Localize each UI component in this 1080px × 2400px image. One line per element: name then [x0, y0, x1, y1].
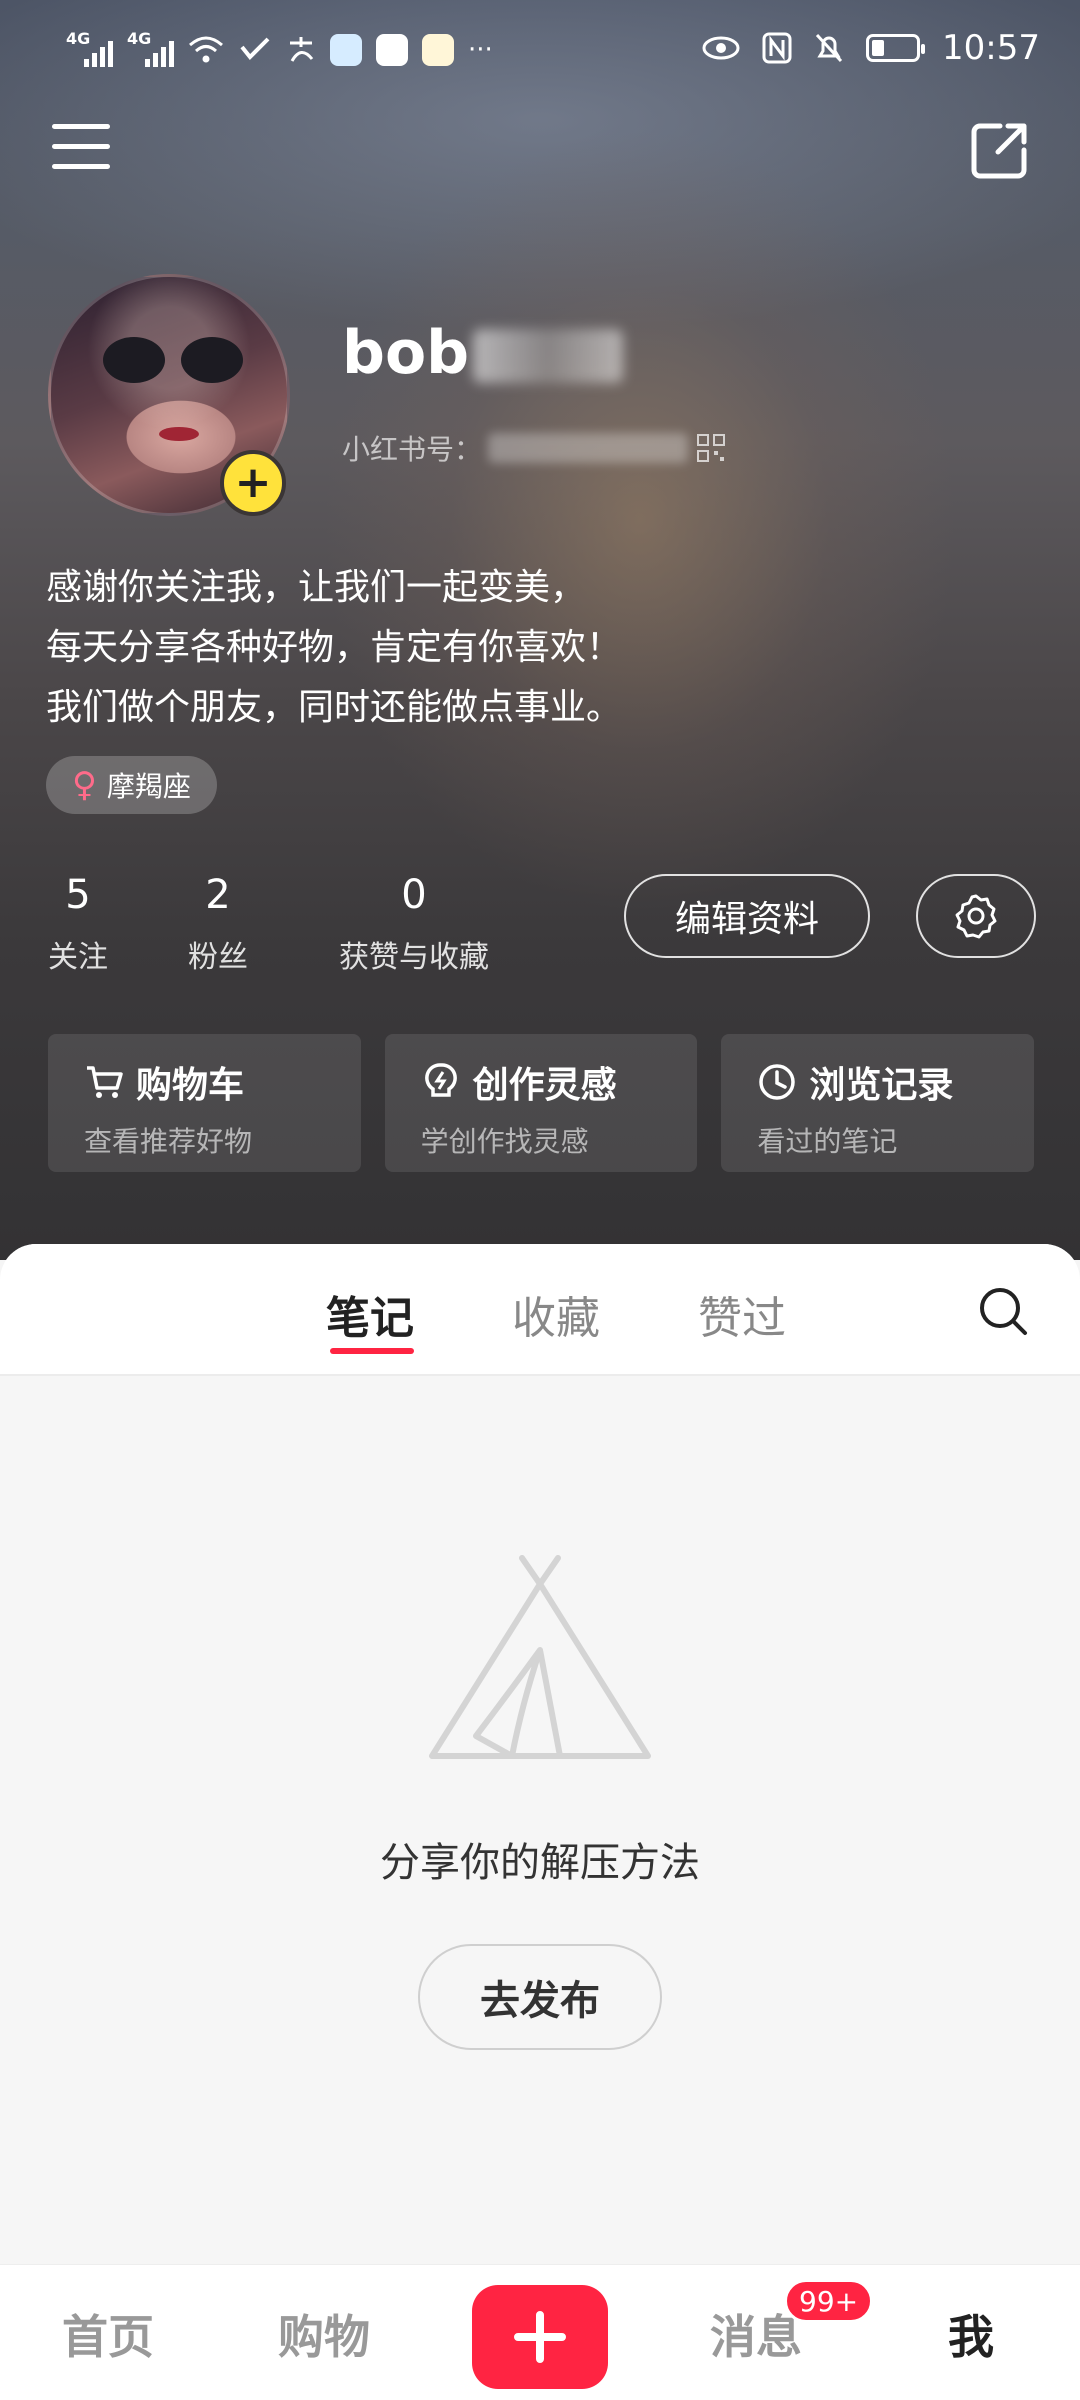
mute-bell-icon: [814, 28, 844, 68]
shop-app-icon: [376, 34, 408, 66]
card-inspiration-subtitle: 学创作找灵感: [420, 1125, 589, 1158]
status-right: 10:57: [702, 28, 1040, 68]
female-icon: ♀: [72, 765, 97, 805]
stat-likes[interactable]: 0 获赞与收藏: [334, 872, 494, 976]
profile-header: 4G 4G ··· 10:57 + bob 小红书号： 感谢你关注我，让我们一起…: [0, 0, 1080, 1260]
card-cart-title: 购物车: [136, 1065, 245, 1106]
username-text: bob: [342, 318, 470, 388]
clock: 10:57: [942, 28, 1040, 68]
clock-icon: [759, 1064, 796, 1100]
tab-liked[interactable]: 赞过: [698, 1282, 786, 1346]
message-badge: 99+: [784, 2279, 874, 2323]
stat-fans-label: 粉丝: [188, 940, 248, 975]
stat-following-label: 关注: [48, 940, 108, 975]
card-history-subtitle: 看过的笔记: [757, 1125, 898, 1158]
signal-icon: 4G: [66, 29, 113, 67]
quick-cards: 购物车 查看推荐好物 创作灵感 学创作找灵感 浏览记录 看过的笔记: [48, 1034, 1035, 1172]
status-bar: 4G 4G ··· 10:57: [0, 0, 1080, 100]
tent-icon: [429, 1555, 651, 1759]
edit-profile-button[interactable]: 编辑资料: [624, 874, 870, 958]
card-history-title: 浏览记录: [809, 1065, 954, 1106]
more-notifications-icon: ···: [468, 35, 493, 65]
nav-me[interactable]: 我: [948, 2301, 994, 2367]
stat-likes-count: 0: [401, 872, 427, 918]
card-inspiration[interactable]: 创作灵感 学创作找灵感: [384, 1034, 698, 1172]
plus-icon: [514, 2311, 566, 2363]
content-sheet: 笔记 收藏 赞过 分享你的解压方法 去发布: [0, 1244, 1080, 2264]
menu-button[interactable]: [52, 124, 110, 172]
eye-icon: [702, 28, 740, 68]
stat-fans-count: 2: [205, 872, 231, 918]
content-tabs: 笔记 收藏 赞过: [0, 1244, 1080, 1376]
battery-icon: [866, 34, 926, 62]
nfc-icon: [762, 28, 792, 68]
stat-fans[interactable]: 2 粉丝: [186, 872, 250, 976]
network-type-label: 4G: [66, 29, 91, 48]
bio-line: 感谢你关注我，让我们一起变美，: [46, 567, 587, 608]
card-history[interactable]: 浏览记录 看过的笔记: [721, 1034, 1035, 1172]
profile-stats: 5 关注 2 粉丝 0 获赞与收藏: [0, 872, 540, 982]
empty-state-text: 分享你的解压方法: [380, 1840, 700, 1886]
qrcode-icon: [697, 434, 726, 462]
signal-icon-2: 4G: [127, 29, 174, 67]
qq-app-icon: [330, 34, 362, 66]
bio-line: 我们做个朋友，同时还能做点事业。: [46, 687, 623, 728]
username: bob: [342, 318, 624, 388]
alipay-icon: [286, 30, 316, 70]
stat-likes-label: 获赞与收藏: [339, 940, 489, 975]
nav-shop[interactable]: 购物: [278, 2301, 370, 2367]
heart-check-icon: [238, 30, 272, 70]
stat-following-count: 5: [65, 872, 91, 918]
status-left: 4G 4G ···: [66, 29, 493, 70]
bulb-icon: [424, 1063, 457, 1097]
menu-icon: [52, 124, 110, 129]
zodiac-tag: ♀ 摩羯座: [46, 756, 217, 814]
create-post-button[interactable]: [472, 2285, 608, 2389]
share-button[interactable]: [970, 120, 1030, 180]
redbook-id-label: 小红书号：: [342, 433, 483, 466]
zodiac-tag-label: 摩羯座: [106, 770, 191, 803]
gear-icon: [955, 894, 997, 939]
redbook-id-redacted: [488, 433, 689, 463]
share-icon: [971, 123, 1027, 179]
cart-icon: [87, 1066, 123, 1098]
active-tab-indicator: [330, 1348, 414, 1354]
publish-button[interactable]: 去发布: [418, 1944, 662, 2050]
username-redacted: [473, 329, 624, 384]
redbook-id[interactable]: 小红书号：: [342, 428, 726, 468]
card-cart[interactable]: 购物车 查看推荐好物: [48, 1034, 361, 1172]
weather-app-icon: [422, 34, 454, 66]
tab-notes[interactable]: 笔记: [326, 1282, 414, 1346]
wifi-icon: [188, 30, 224, 70]
tab-collections[interactable]: 收藏: [512, 1282, 600, 1346]
search-icon: [980, 1288, 1027, 1335]
card-inspiration-title: 创作灵感: [472, 1065, 617, 1106]
settings-button[interactable]: [916, 874, 1036, 958]
bio: 感谢你关注我，让我们一起变美， 每天分享各种好物，肯定有你喜欢！ 我们做个朋友，…: [46, 558, 622, 738]
avatar-add-button[interactable]: +: [220, 450, 286, 516]
card-cart-subtitle: 查看推荐好物: [84, 1125, 253, 1158]
network-type-label-2: 4G: [127, 29, 152, 48]
stat-following[interactable]: 5 关注: [46, 872, 110, 976]
nav-home[interactable]: 首页: [62, 2301, 154, 2367]
bottom-nav: 首页 购物 消息 99+ 我: [0, 2264, 1080, 2400]
bio-line: 每天分享各种好物，肯定有你喜欢！: [46, 627, 623, 668]
search-button[interactable]: [976, 1284, 1030, 1338]
